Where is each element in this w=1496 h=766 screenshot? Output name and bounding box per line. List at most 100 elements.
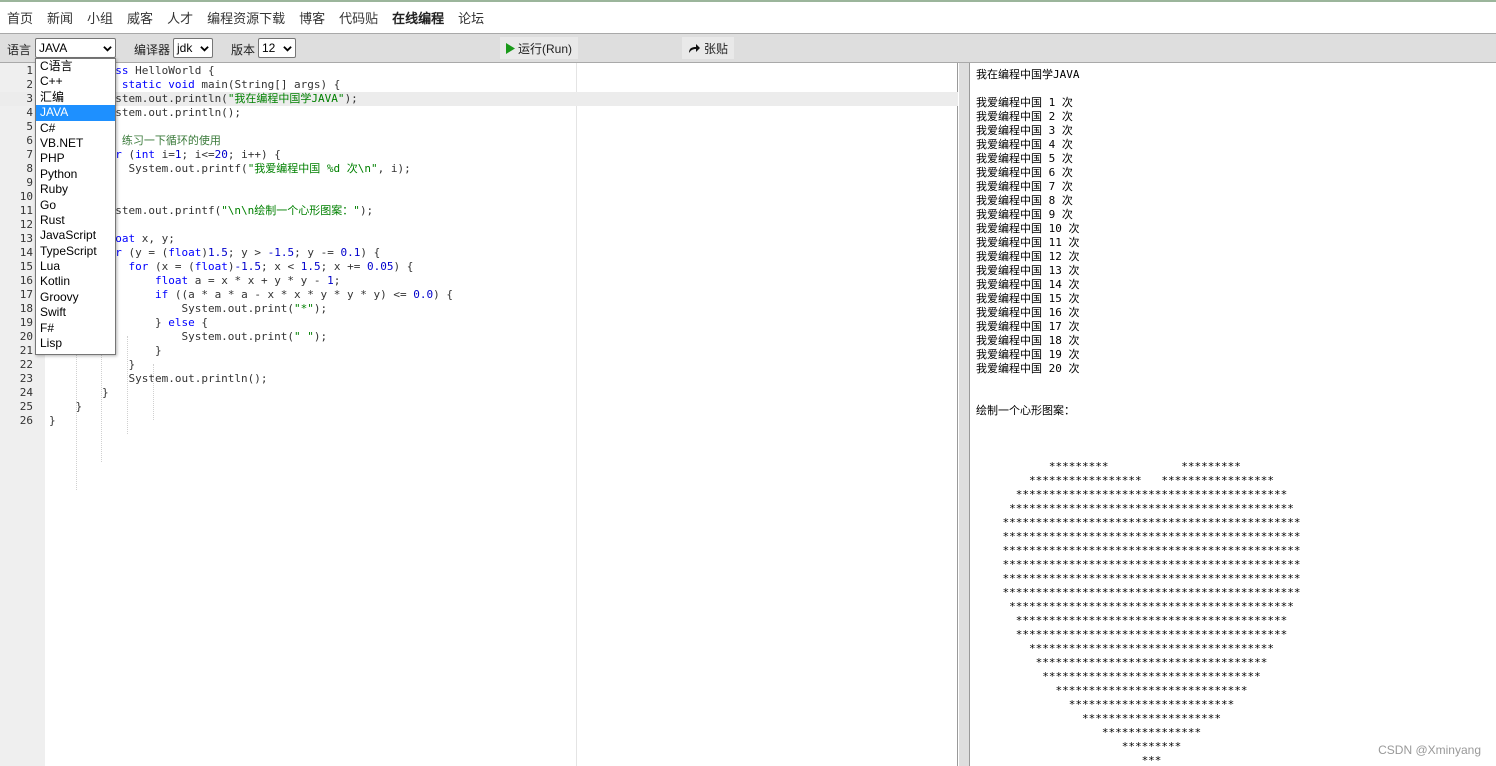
code-line[interactable]: 6 // 练习一下循环的使用 — [0, 134, 958, 148]
code-line[interactable]: 13 float x, y; — [0, 232, 958, 246]
output-line: 绘制一个心形图案： — [976, 404, 1075, 417]
language-option[interactable]: 汇编 — [36, 90, 115, 105]
code-token: ); — [359, 204, 374, 217]
language-option[interactable]: F# — [36, 321, 115, 336]
language-dropdown-list[interactable]: C语言 C++ 汇编 JAVA C# VB.NET PHP Python Ruby Go Rust J… — [35, 58, 116, 355]
output-line: 我爱编程中国 4 次 — [976, 138, 1073, 151]
code-line[interactable]: 25 } — [0, 400, 958, 414]
code-token: "\n\n绘制一个心形图案：" — [221, 204, 360, 217]
code-line[interactable]: 15 for (x = (float)-1.5; x < 1.5; x += 0… — [0, 260, 958, 274]
code-token: } — [49, 386, 109, 399]
nav-item[interactable]: 小组 — [87, 8, 113, 27]
code-token: ((a * a * a - x * x * y * y * y) <= — [174, 288, 414, 301]
language-option[interactable]: JAVA — [36, 105, 115, 121]
code-editor[interactable]: 1public class HelloWorld {2 public stati… — [0, 63, 958, 766]
language-option[interactable]: Python — [36, 167, 115, 182]
code-line[interactable]: 22 } — [0, 358, 958, 372]
language-option[interactable]: PHP — [36, 151, 115, 166]
code-line[interactable]: 17 if ((a * a * a - x * x * y * y * y) <… — [0, 288, 958, 302]
language-option[interactable]: Groovy — [36, 290, 115, 305]
language-option[interactable]: Rust — [36, 213, 115, 228]
output-line: 我爱编程中国 20 次 — [976, 362, 1080, 375]
code-token: int — [135, 148, 162, 161]
language-select[interactable]: JAVA — [35, 38, 116, 58]
language-label: 语言 — [7, 43, 32, 57]
play-icon — [506, 42, 515, 54]
code-line[interactable]: 18 System.out.print("*"); — [0, 302, 958, 316]
language-option[interactable]: Go — [36, 198, 115, 213]
code-line[interactable]: 19 } else { — [0, 316, 958, 330]
code-token: x, y; — [141, 232, 175, 245]
code-line[interactable]: 11 System.out.printf("\n\n绘制一个心形图案："); — [0, 204, 958, 218]
language-option[interactable]: Swift — [36, 305, 115, 320]
code-line[interactable]: 9 } — [0, 176, 958, 190]
nav-item[interactable]: 人才 — [167, 8, 193, 27]
nav-item[interactable]: 威客 — [127, 8, 153, 27]
line-number: 22 — [19, 358, 33, 371]
language-option[interactable]: TypeScript — [36, 244, 115, 259]
output-line: 我爱编程中国 13 次 — [976, 264, 1080, 277]
line-number: 8 — [26, 162, 33, 175]
code-line[interactable]: 20 System.out.print(" "); — [0, 330, 958, 344]
version-select[interactable]: 12 — [258, 38, 296, 58]
code-line[interactable]: 16 float a = x * x + y * y - 1; — [0, 274, 958, 288]
output-line: 我爱编程中国 19 次 — [976, 348, 1080, 361]
nav-item[interactable]: 新闻 — [47, 8, 73, 27]
code-line[interactable]: 24 } — [0, 386, 958, 400]
line-number: 3 — [26, 92, 33, 105]
code-token: "*" — [294, 302, 314, 315]
language-option[interactable]: Lua — [36, 259, 115, 274]
code-line[interactable]: 10 — [0, 190, 958, 204]
run-button[interactable]: 运行(Run) — [500, 37, 578, 59]
heart-row: ****************************************… — [976, 572, 1301, 585]
language-option[interactable]: C++ — [36, 74, 115, 89]
nav-item[interactable]: 首页 — [7, 8, 33, 27]
code-line[interactable]: 21 } — [0, 344, 958, 358]
program-output: 我在编程中国学JAVA 我爱编程中国 1 次我爱编程中国 2 次我爱编程中国 3 … — [976, 68, 1301, 766]
code-line[interactable]: 1public class HelloWorld { — [0, 64, 958, 78]
line-number: 13 — [19, 232, 33, 245]
nav-item[interactable]: 代码贴 — [339, 8, 378, 27]
heart-row: ********* ********* — [976, 460, 1241, 473]
nav-item[interactable]: 论坛 — [458, 8, 484, 27]
paste-button[interactable]: 张贴 — [682, 37, 734, 59]
heart-row: *************** — [976, 726, 1202, 739]
code-line[interactable]: 14 for (y = (float)1.5; y > -1.5; y -= 0… — [0, 246, 958, 260]
code-token: ; y > — [227, 246, 268, 259]
heart-row — [976, 418, 1301, 432]
language-option[interactable]: C语言 — [36, 59, 115, 74]
code-token: float — [168, 246, 202, 259]
language-option[interactable]: VB.NET — [36, 136, 115, 151]
output-line: 我爱编程中国 16 次 — [976, 306, 1080, 319]
panel-splitter[interactable] — [959, 63, 969, 766]
code-text: } — [49, 358, 135, 372]
code-line[interactable]: 4 System.out.println(); — [0, 106, 958, 120]
heart-row: ********* — [976, 740, 1182, 753]
nav-item[interactable]: 在线编程 — [392, 8, 444, 27]
code-token: ; y -= — [294, 246, 341, 259]
line-number: 4 — [26, 106, 33, 119]
language-option[interactable]: Kotlin — [36, 274, 115, 289]
code-line[interactable]: 7 for (int i=1; i<=20; i++) { — [0, 148, 958, 162]
compiler-select[interactable]: jdk — [173, 38, 213, 58]
language-option[interactable]: C# — [36, 121, 115, 136]
language-option[interactable]: Ruby — [36, 182, 115, 197]
code-token: { — [201, 316, 208, 329]
code-line[interactable]: 8 System.out.printf("我爱编程中国 %d 次\n", i); — [0, 162, 958, 176]
code-line[interactable]: 2 public static void main(String[] args)… — [0, 78, 958, 92]
output-line: 我爱编程中国 7 次 — [976, 180, 1073, 193]
heart-row: *** — [976, 754, 1162, 766]
line-number: 18 — [19, 302, 33, 315]
code-token: 0.1 — [340, 246, 361, 259]
language-option[interactable]: JavaScript — [36, 228, 115, 243]
code-token: ); — [313, 330, 328, 343]
language-option[interactable]: Lisp — [36, 336, 115, 351]
nav-item[interactable]: 编程资源下载 — [207, 8, 285, 27]
output-line: 我爱编程中国 18 次 — [976, 334, 1080, 347]
code-line[interactable]: 5 — [0, 120, 958, 134]
code-line[interactable]: 26} — [0, 414, 958, 428]
code-line[interactable]: 23 System.out.println(); — [0, 372, 958, 386]
code-line[interactable]: 3 System.out.println("我在编程中国学JAVA"); — [0, 92, 958, 106]
nav-item[interactable]: 博客 — [299, 8, 325, 27]
code-line[interactable]: 12 — [0, 218, 958, 232]
